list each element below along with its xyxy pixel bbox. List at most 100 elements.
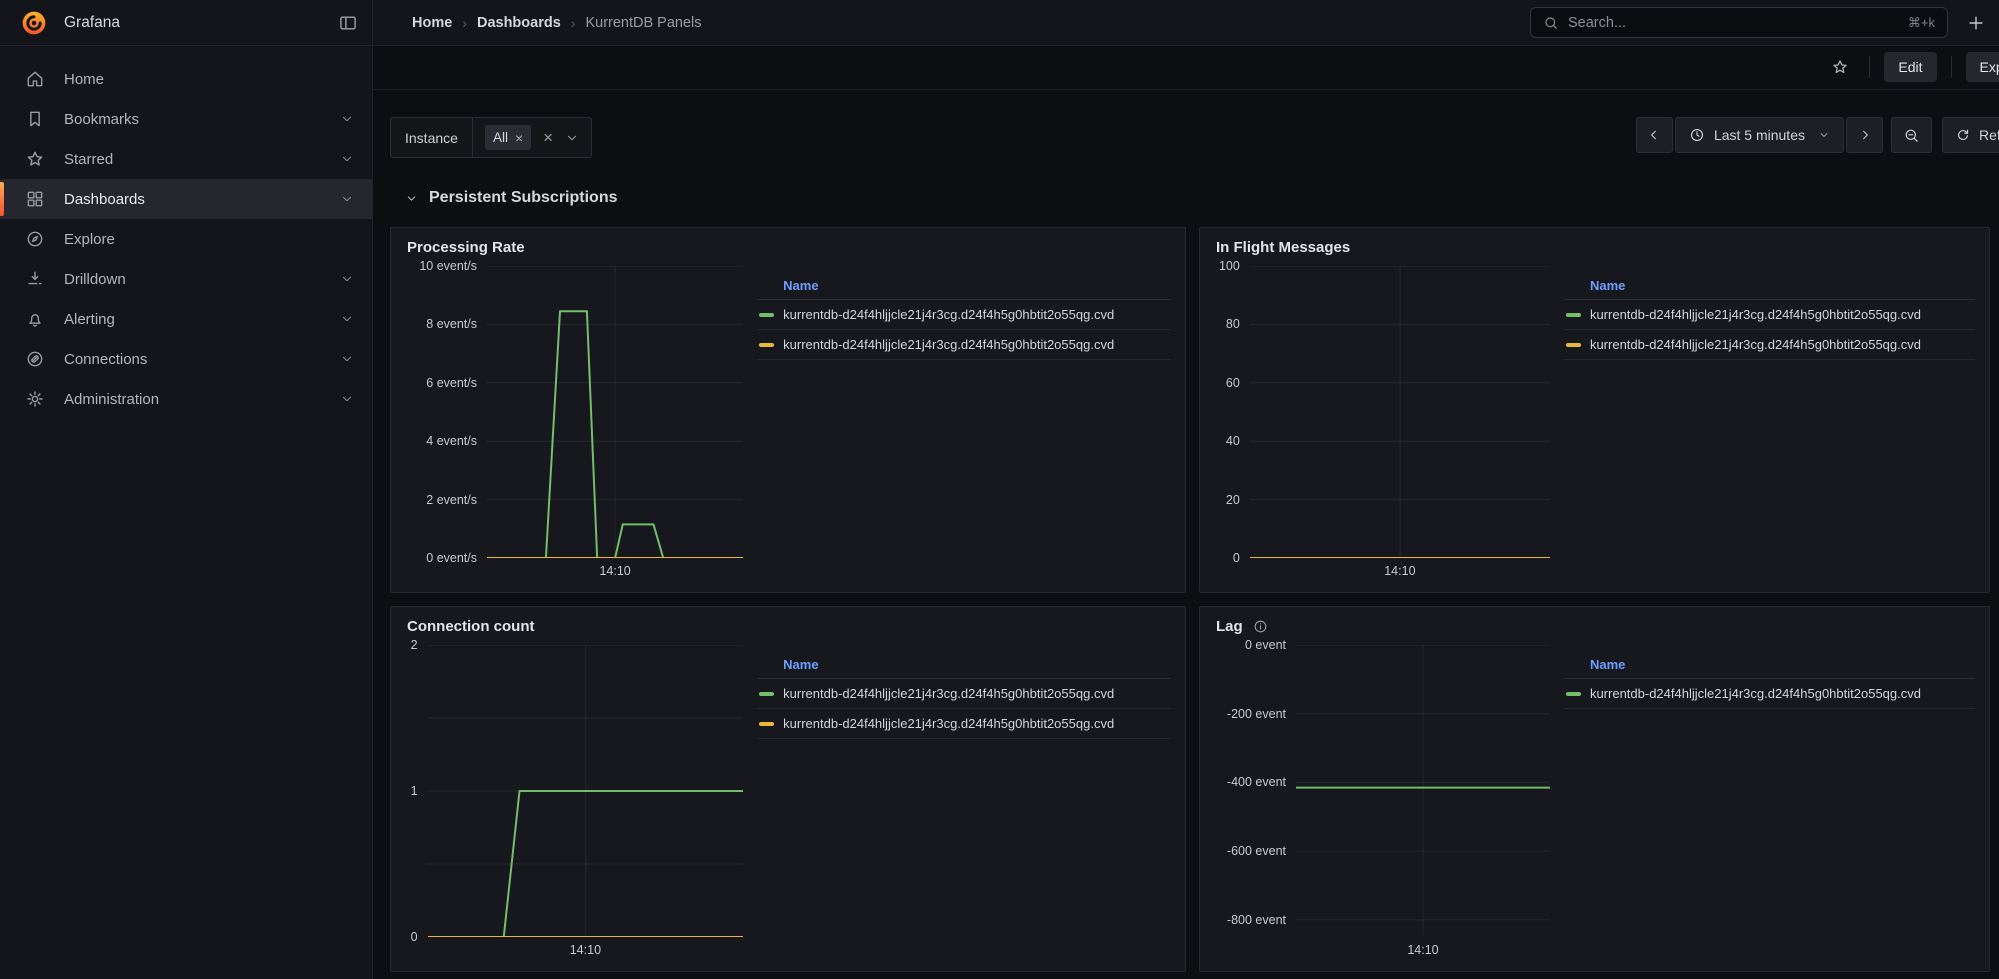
chevron-down-icon [340,352,354,366]
chart-area: 10 event/s8 event/s6 event/s4 event/s2 e… [407,266,743,582]
legend-name-header[interactable]: Name [1564,657,1975,679]
breadcrumb-separator: › [462,15,467,31]
legend-table: Name kurrentdb-d24f4hljjcle21j4r3cg.d24f4… [1564,645,1975,961]
chart-plot[interactable] [487,266,743,558]
legend-row[interactable]: kurrentdb-d24f4hljjcle21j4r3cg.d24f4h5g0… [1564,679,1975,709]
legend-table: Name kurrentdb-d24f4hljjcle21j4r3cg.d24f4… [757,266,1171,582]
legend-name-header[interactable]: Name [757,278,1171,300]
time-forward-button[interactable] [1846,117,1883,153]
legend-row[interactable]: kurrentdb-d24f4hljjcle21j4r3cg.d24f4h5g0… [1564,330,1975,360]
export-button[interactable]: Export [1966,52,1999,82]
y-tick-label: -800 event [1227,913,1286,927]
chart-plot[interactable] [428,645,744,937]
sidebar-item-dashboards[interactable]: Dashboards [0,179,372,219]
panel-body: 10 event/s8 event/s6 event/s4 event/s2 e… [391,260,1185,592]
series-name[interactable]: kurrentdb-d24f4hljjcle21j4r3cg.d24f4h5g0… [1590,686,1975,701]
breadcrumb-dashboards[interactable]: Dashboards [477,15,561,31]
series-name[interactable]: kurrentdb-d24f4hljjcle21j4r3cg.d24f4h5g0… [1590,307,1975,322]
filter-clear-icon[interactable]: × [543,129,553,146]
home-icon [25,69,45,89]
y-axis-labels: 0 event-200 event-400 event-600 event-80… [1216,645,1296,937]
chevron-down-icon [340,312,354,326]
row-title: Persistent Subscriptions [429,189,618,207]
search-placeholder: Search... [1568,15,1626,31]
star-icon [25,149,45,169]
zoom-out-button[interactable] [1891,117,1932,153]
add-icon[interactable] [1966,13,1986,33]
sidebar-toggle-icon[interactable] [338,13,358,33]
sidebar-item-starred[interactable]: Starred [0,139,372,179]
sidebar-item-alerting[interactable]: Alerting [0,299,372,339]
legend-row[interactable]: kurrentdb-d24f4hljjcle21j4r3cg.d24f4h5g0… [757,709,1171,739]
refresh-button[interactable]: Refresh [1942,117,1999,153]
breadcrumb-home[interactable]: Home [412,15,452,31]
breadcrumb-separator: › [571,15,576,31]
divider [1869,56,1870,78]
legend-name-header[interactable]: Name [1564,278,1975,300]
zoom-out-icon [1903,127,1920,144]
panel-header[interactable]: Connection count [391,607,1185,639]
series-color-dash [759,722,774,726]
instance-filter-value[interactable]: All × × [473,118,591,157]
compass-icon [25,229,45,249]
panel-body: 10080604020014:10Namekurrentdb-d24f4hljj… [1200,260,1989,592]
legend-row[interactable]: kurrentdb-d24f4hljjcle21j4r3cg.d24f4h5g0… [757,300,1171,330]
series-name[interactable]: kurrentdb-d24f4hljjcle21j4r3cg.d24f4h5g0… [1590,337,1975,352]
instance-filter-chip[interactable]: All × [485,125,531,150]
panel-header[interactable]: Processing Rate [391,228,1185,260]
favorite-star-button[interactable] [1825,52,1855,82]
y-tick-label: 40 [1226,434,1240,448]
chip-remove-icon[interactable]: × [515,130,523,146]
sidebar-item-connections[interactable]: Connections [0,339,372,379]
time-controls: Last 5 minutes Refresh [1636,117,1990,153]
y-tick-label: 6 event/s [426,376,477,390]
x-tick-label: 14:10 [1407,943,1438,957]
sidebar-item-administration[interactable]: Administration [0,379,372,419]
star-icon [1831,58,1849,76]
sidebar-item-home[interactable]: Home [0,59,372,99]
series-color-dash [1566,692,1581,696]
panel-header[interactable]: Lag [1200,607,1989,639]
chart-plot[interactable] [1296,645,1550,937]
row-persistent-subscriptions[interactable]: Persistent Subscriptions [390,185,1999,211]
legend-row[interactable]: kurrentdb-d24f4hljjcle21j4r3cg.d24f4h5g0… [1564,300,1975,330]
series-name[interactable]: kurrentdb-d24f4hljjcle21j4r3cg.d24f4h5g0… [783,716,1171,731]
time-range-picker[interactable]: Last 5 minutes [1675,117,1844,153]
search-input[interactable]: Search... ⌘+k [1530,7,1948,38]
time-range-label: Last 5 minutes [1714,127,1805,143]
series-color-dash [759,343,774,347]
series-name[interactable]: kurrentdb-d24f4hljjcle21j4r3cg.d24f4h5g0… [783,307,1171,322]
time-back-button[interactable] [1636,117,1673,153]
panel-title: Lag [1216,618,1243,635]
chevron-down-icon [340,192,354,206]
x-axis: 14:10 [1216,937,1550,961]
edit-button[interactable]: Edit [1884,52,1936,82]
y-tick-label: 60 [1226,376,1240,390]
chart-plot[interactable] [1250,266,1550,558]
x-tick-label: 14:10 [570,943,601,957]
panel-lag: Lag 0 event-200 event-400 event-600 event… [1199,606,1990,972]
x-tick-labels: 14:10 [428,937,744,961]
y-tick-label: -600 event [1227,844,1286,858]
bell-icon [25,309,45,329]
series-name[interactable]: kurrentdb-d24f4hljjcle21j4r3cg.d24f4h5g0… [783,686,1171,701]
series-name[interactable]: kurrentdb-d24f4hljjcle21j4r3cg.d24f4h5g0… [783,337,1171,352]
y-tick-label: 0 event [1245,638,1286,652]
chevron-down-icon[interactable] [565,131,579,145]
info-icon[interactable] [1253,619,1268,634]
legend-row[interactable]: kurrentdb-d24f4hljjcle21j4r3cg.d24f4h5g0… [757,330,1171,360]
series-color-dash [759,692,774,696]
y-tick-label: 80 [1226,317,1240,331]
sidebar-item-bookmarks[interactable]: Bookmarks [0,99,372,139]
sidebar-item-drilldown[interactable]: Drilldown [0,259,372,299]
legend-row[interactable]: kurrentdb-d24f4hljjcle21j4r3cg.d24f4h5g0… [757,679,1171,709]
panel-header[interactable]: In Flight Messages [1200,228,1989,260]
chevron-down-icon [405,192,418,205]
legend-name-header[interactable]: Name [757,657,1171,679]
sidebar-item-explore[interactable]: Explore [0,219,372,259]
chevron-left-icon [1647,128,1661,142]
gear-icon [25,389,45,409]
y-tick-label: 1 [411,784,418,798]
y-axis-labels: 100806040200 [1216,266,1250,558]
panel-grid: Processing Rate 10 event/s8 event/s6 even… [390,227,1990,972]
